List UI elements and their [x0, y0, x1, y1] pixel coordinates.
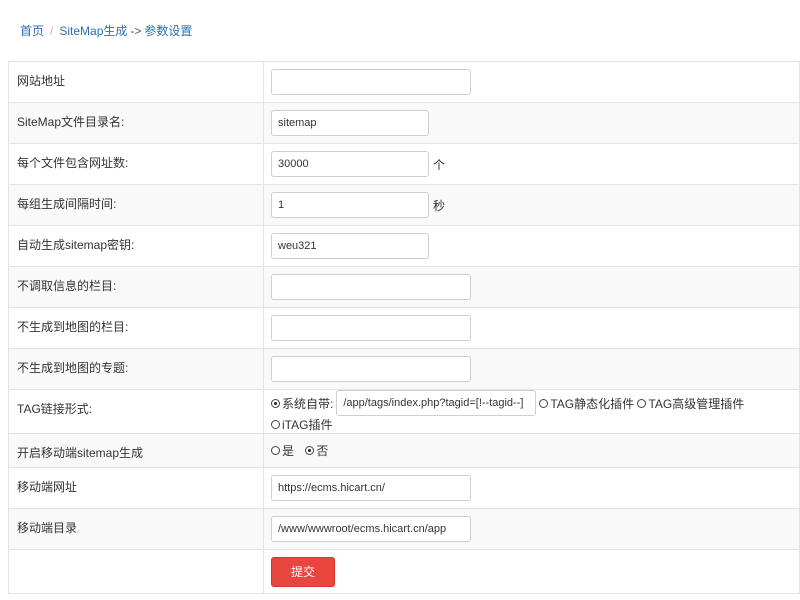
breadcrumb: 首页 / SiteMap生成 -> 参数设置	[20, 22, 192, 39]
row-exclude-map-columns: 不生成到地图的栏目:	[8, 307, 800, 349]
tag-option-system-label: 系统自带:	[282, 396, 334, 411]
urls-per-file-label: 每个文件包含网址数:	[8, 143, 264, 185]
row-mobile-enable: 开启移动端sitemap生成 是 否	[8, 433, 800, 468]
row-mobile-url: 移动端网址	[8, 467, 800, 509]
tag-option-system[interactable]: 系统自带:	[271, 395, 333, 412]
tag-option-advanced[interactable]: TAG高级管理插件	[637, 395, 744, 412]
settings-form: 网站地址 SiteMap文件目录名: 每个文件包含网址数: 个 每组生成间隔时间…	[8, 61, 800, 594]
exclude-map-columns-input[interactable]	[271, 315, 471, 341]
row-exclude-map-topics: 不生成到地图的专题:	[8, 348, 800, 390]
row-auto-key: 自动生成sitemap密钥:	[8, 225, 800, 267]
row-tag-link: TAG链接形式: 系统自带: TAG静态化插件 TAG高级管理插件 iTAG插件	[8, 389, 800, 434]
row-sitemap-dir: SiteMap文件目录名:	[8, 102, 800, 144]
tag-option-itag-label: iTAG插件	[282, 418, 333, 432]
breadcrumb-arrow: ->	[130, 24, 142, 38]
sitemap-dir-label: SiteMap文件目录名:	[8, 102, 264, 144]
auto-key-input[interactable]	[271, 233, 429, 259]
sitemap-dir-cell	[263, 102, 800, 144]
mobile-enable-no[interactable]: 否	[305, 442, 328, 459]
mobile-enable-yes[interactable]: 是	[271, 442, 294, 459]
submit-button[interactable]: 提交	[271, 556, 335, 587]
interval-unit: 秒	[433, 198, 446, 213]
exclude-columns-cell	[263, 266, 800, 308]
site-url-label: 网站地址	[8, 61, 264, 103]
mobile-dir-input[interactable]	[271, 516, 471, 542]
row-site-url: 网站地址	[8, 61, 800, 103]
exclude-map-columns-label: 不生成到地图的栏目:	[8, 307, 264, 349]
exclude-map-topics-label: 不生成到地图的专题:	[8, 348, 264, 390]
mobile-url-cell	[263, 467, 800, 509]
tag-system-url-input[interactable]	[336, 390, 537, 416]
urls-per-file-unit: 个	[433, 157, 446, 172]
tag-link-cell: 系统自带: TAG静态化插件 TAG高级管理插件 iTAG插件	[263, 389, 800, 434]
row-mobile-dir: 移动端目录	[8, 508, 800, 550]
sitemap-dir-input[interactable]	[271, 110, 429, 136]
auto-key-cell	[263, 225, 800, 267]
exclude-columns-label: 不调取信息的栏目:	[8, 266, 264, 308]
mobile-enable-cell: 是 否	[263, 433, 800, 468]
row-submit: 提交	[8, 549, 800, 594]
row-exclude-columns: 不调取信息的栏目:	[8, 266, 800, 308]
exclude-columns-input[interactable]	[271, 274, 471, 300]
auto-key-label: 自动生成sitemap密钥:	[8, 225, 264, 267]
mobile-enable-no-radio[interactable]	[305, 446, 315, 455]
tag-link-label: TAG链接形式:	[8, 389, 264, 434]
tag-option-static-label: TAG静态化插件	[550, 396, 635, 411]
mobile-dir-cell	[263, 508, 800, 550]
mobile-enable-yes-radio[interactable]	[271, 446, 280, 455]
tag-option-itag-radio[interactable]	[271, 420, 280, 429]
row-urls-per-file: 每个文件包含网址数: 个	[8, 143, 800, 185]
tag-option-itag[interactable]: iTAG插件	[271, 416, 332, 433]
tag-option-advanced-radio[interactable]	[637, 398, 647, 408]
urls-per-file-input[interactable]	[271, 151, 429, 177]
site-url-input[interactable]	[271, 69, 471, 95]
urls-per-file-cell: 个	[263, 143, 800, 185]
submit-row-empty	[8, 549, 264, 594]
submit-cell: 提交	[263, 549, 800, 594]
mobile-dir-label: 移动端目录	[8, 508, 264, 550]
mobile-enable-yes-label: 是	[282, 444, 295, 458]
interval-cell: 秒	[263, 184, 800, 226]
mobile-url-input[interactable]	[271, 475, 471, 501]
breadcrumb-sitemap-link[interactable]: SiteMap生成	[59, 24, 127, 38]
exclude-map-topics-cell	[263, 348, 800, 390]
breadcrumb-home-link[interactable]: 首页	[20, 24, 44, 38]
tag-option-advanced-label: TAG高级管理插件	[648, 396, 745, 411]
interval-input[interactable]	[271, 192, 429, 218]
mobile-enable-label: 开启移动端sitemap生成	[8, 433, 264, 468]
interval-label: 每组生成间隔时间:	[8, 184, 264, 226]
tag-option-system-radio[interactable]	[271, 398, 280, 408]
tag-option-static-radio[interactable]	[539, 398, 549, 408]
exclude-map-topics-input[interactable]	[271, 356, 471, 382]
breadcrumb-current[interactable]: 参数设置	[144, 24, 192, 38]
exclude-map-columns-cell	[263, 307, 800, 349]
mobile-enable-no-label: 否	[316, 444, 329, 458]
site-url-cell	[263, 61, 800, 103]
row-interval: 每组生成间隔时间: 秒	[8, 184, 800, 226]
breadcrumb-separator: /	[50, 24, 54, 38]
mobile-url-label: 移动端网址	[8, 467, 264, 509]
tag-option-static[interactable]: TAG静态化插件	[539, 395, 634, 412]
